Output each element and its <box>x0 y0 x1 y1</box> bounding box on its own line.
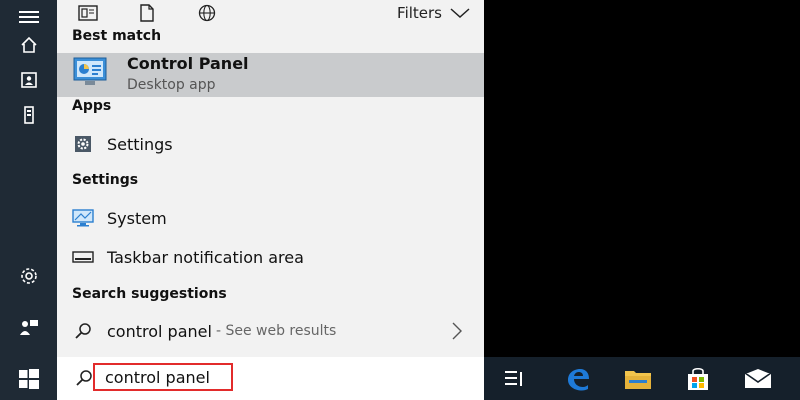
task-view-icon[interactable] <box>490 357 538 400</box>
result-label: Settings <box>107 134 173 154</box>
notebook-icon[interactable] <box>0 63 57 97</box>
control-panel-icon <box>73 57 107 87</box>
device-icon[interactable] <box>0 98 57 132</box>
home-icon[interactable] <box>0 28 57 62</box>
taskbar <box>484 357 800 400</box>
result-label: Taskbar notification area <box>107 247 304 267</box>
windows-logo-icon <box>18 368 39 389</box>
taskbar-icon <box>72 247 94 267</box>
best-match-subtitle: Desktop app <box>127 77 216 93</box>
filters-button[interactable]: Filters <box>397 2 470 24</box>
web-filter-icon[interactable] <box>195 2 219 24</box>
best-match-title: Control Panel <box>127 54 249 73</box>
search-suggestions-heading: Search suggestions <box>72 286 227 302</box>
result-label: System <box>107 208 167 228</box>
search-icon <box>75 369 93 391</box>
results-toolbar: Filters <box>57 0 484 26</box>
start-button[interactable] <box>0 357 57 400</box>
documents-filter-icon[interactable] <box>135 2 159 24</box>
result-system[interactable]: System <box>57 201 484 235</box>
suggestion-hint: - See web results <box>215 323 337 339</box>
store-icon[interactable] <box>674 357 722 400</box>
edge-browser-icon[interactable] <box>554 357 602 400</box>
mail-icon[interactable] <box>734 357 782 400</box>
settings-gear-icon <box>72 134 94 154</box>
taskbar-search-box <box>57 357 484 400</box>
settings-heading: Settings <box>72 172 139 188</box>
settings-gear-icon[interactable] <box>0 259 57 293</box>
filters-label: Filters <box>397 4 442 22</box>
chevron-down-icon <box>450 8 470 18</box>
feedback-icon[interactable] <box>0 310 57 344</box>
best-match-control-panel[interactable]: Control Panel Desktop app <box>57 53 484 97</box>
result-settings-app[interactable]: Settings <box>57 127 484 161</box>
search-icon <box>72 321 94 341</box>
apps-filter-icon[interactable] <box>76 2 100 24</box>
monitor-icon <box>72 208 94 228</box>
best-match-heading: Best match <box>72 28 162 44</box>
file-explorer-icon[interactable] <box>614 357 662 400</box>
search-results-panel: Filters Best match Control Panel Desktop… <box>57 0 484 357</box>
chevron-right-icon <box>452 322 462 344</box>
apps-heading: Apps <box>72 98 112 114</box>
result-taskbar-notification-area[interactable]: Taskbar notification area <box>57 240 484 274</box>
web-suggestion-control-panel[interactable]: control panel - See web results <box>57 314 484 348</box>
suggestion-text: control panel <box>107 321 212 341</box>
search-input[interactable] <box>93 363 233 391</box>
start-left-rail <box>0 0 57 400</box>
